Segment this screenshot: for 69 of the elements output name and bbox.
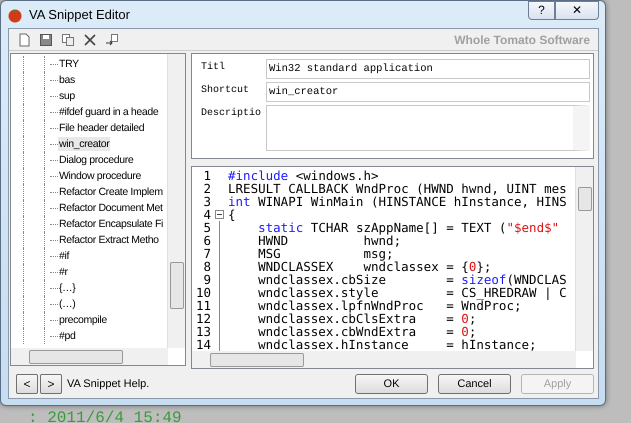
line-number: 10 xyxy=(194,285,211,300)
horizontal-scrollbar[interactable] xyxy=(192,351,576,368)
code-line: wndclassex.style = CS_HREDRAW | C xyxy=(257,285,567,300)
tree-item[interactable]: Refactor Document Met xyxy=(58,201,164,215)
code-line: wndclassex.cbClsExtra = 0; xyxy=(257,311,476,326)
tree-item[interactable]: bas xyxy=(58,73,76,87)
save-icon[interactable] xyxy=(39,32,53,46)
brand-label: Whole Tomato Software xyxy=(454,32,590,46)
code-line: static TCHAR szAppName[] = TEXT ("$end$" xyxy=(257,220,560,235)
description-label: Descriptio xyxy=(201,106,262,119)
shortcut-field[interactable]: win_creator xyxy=(266,82,590,102)
horizontal-scrollbar[interactable] xyxy=(11,348,168,365)
line-number: 3 xyxy=(202,194,211,209)
copy-icon[interactable] xyxy=(61,32,75,46)
window-title: VA Snippet Editor xyxy=(29,7,130,22)
delete-icon[interactable] xyxy=(83,32,97,46)
tree-item[interactable]: Refactor Create Implem xyxy=(58,185,164,199)
tree-item[interactable]: #if xyxy=(58,249,70,263)
tree-item[interactable]: #r xyxy=(58,265,69,279)
line-number: 14 xyxy=(194,337,211,351)
tree-item[interactable]: precompile xyxy=(58,313,108,327)
code-line: wndclassex.cbWndExtra = 0; xyxy=(257,324,476,339)
import-icon[interactable] xyxy=(105,32,119,46)
line-number: 12 xyxy=(194,311,211,326)
next-button[interactable]: > xyxy=(40,374,62,394)
line-number: 11 xyxy=(194,298,211,313)
line-number: 4 xyxy=(202,207,211,222)
background-text: : 2011/6/4 15:49 xyxy=(28,409,182,423)
tree-item[interactable]: TRY xyxy=(58,57,80,71)
vertical-scrollbar[interactable] xyxy=(167,54,185,348)
title-label: Titl xyxy=(201,60,226,73)
help-link[interactable]: VA Snippet Help. xyxy=(67,378,150,390)
code-line: { xyxy=(228,207,236,222)
help-button[interactable]: ? xyxy=(528,1,555,20)
previous-button[interactable]: < xyxy=(16,374,38,394)
line-number: 8 xyxy=(202,259,211,274)
code-line: int WINAPI WinMain (HINSTANCE hInstance, HINS xyxy=(228,194,567,209)
tree-item[interactable]: Dialog procedure xyxy=(58,153,134,167)
code-line: MSG msg; xyxy=(257,246,394,261)
tree-item[interactable]: #pd xyxy=(58,329,76,343)
line-number: 1 xyxy=(202,169,211,183)
shortcut-label: Shortcut xyxy=(201,84,250,96)
dialog-button[interactable]: OK xyxy=(355,374,428,394)
fold-icon[interactable] xyxy=(215,210,224,219)
code-line: LRESULT CALLBACK WndProc (HWND hwnd, UINT mes xyxy=(228,181,567,196)
code-line: wndclassex.hInstance = hInstance; xyxy=(257,337,537,351)
tree-item[interactable]: Refactor Encapsulate Fi xyxy=(58,217,164,231)
tree-item[interactable]: {…} xyxy=(58,281,76,295)
line-number: 9 xyxy=(202,272,211,287)
line-number: 7 xyxy=(202,246,211,261)
tree-item[interactable]: Window procedure xyxy=(58,169,142,183)
new-file-icon[interactable] xyxy=(17,32,31,46)
line-number: 5 xyxy=(202,220,211,235)
dialog-button[interactable]: Cancel xyxy=(438,374,511,394)
vertical-scrollbar[interactable] xyxy=(575,167,593,351)
tree-item[interactable]: (…) xyxy=(58,297,76,311)
tree-item[interactable]: #ifdef guard in a heade xyxy=(58,105,160,119)
tree-item[interactable]: Refactor Extract Metho xyxy=(58,233,160,247)
tree-item[interactable]: win_creator xyxy=(58,137,110,151)
title-field[interactable]: Win32 standard application xyxy=(266,59,590,79)
code-line: #include <windows.h> xyxy=(228,169,379,183)
tree-item[interactable]: File header detailed xyxy=(58,121,146,135)
tomato-icon xyxy=(7,6,23,22)
close-button[interactable]: ✕ xyxy=(555,1,599,20)
line-number: 13 xyxy=(194,324,211,339)
tree-item[interactable]: sup xyxy=(58,89,76,103)
code-line: wndclassex.cbSize = sizeof(WNDCLAS xyxy=(257,272,567,287)
line-number: 2 xyxy=(202,181,211,196)
line-number: 6 xyxy=(202,233,211,248)
